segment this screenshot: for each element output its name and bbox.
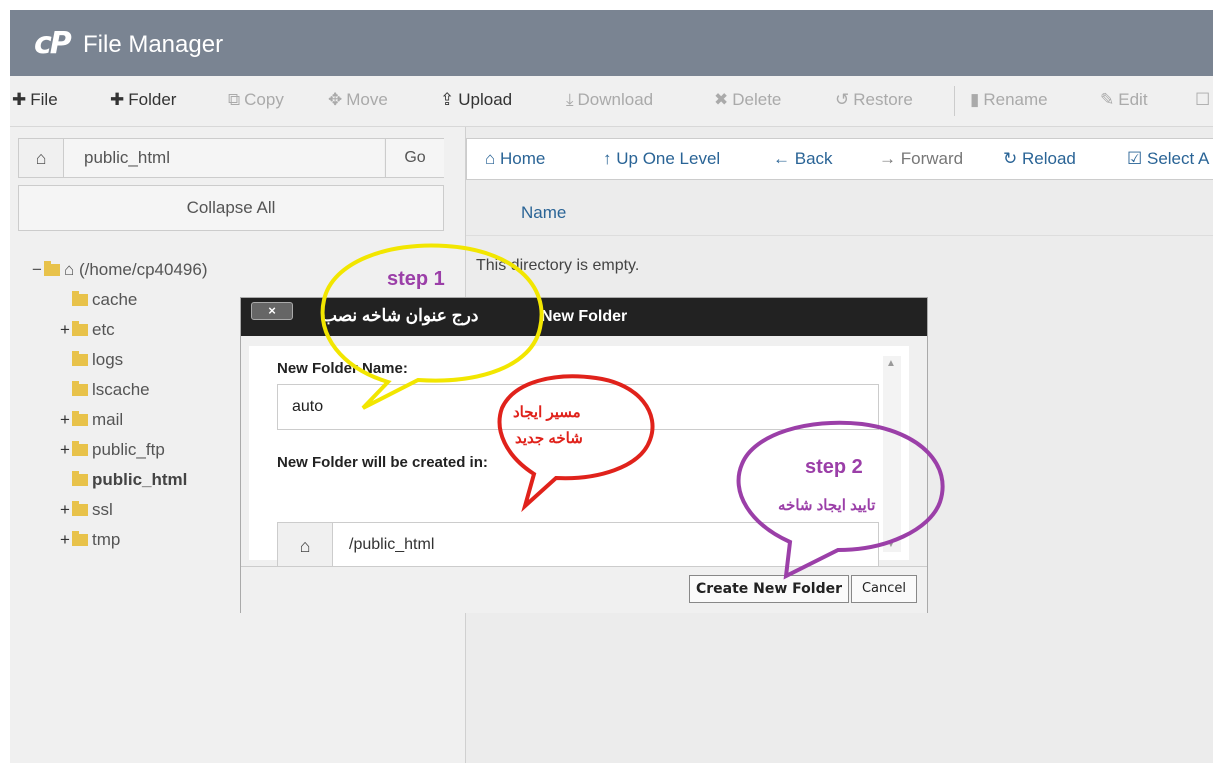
step2-label: step 2 xyxy=(805,456,863,478)
file-manager-window: cP File Manager ✚ File ✚ Folder ⧉ Copy ✥ Mov… xyxy=(10,10,1213,763)
confirm-note: تایید ایجاد شاخه xyxy=(778,497,876,514)
path-note-line1: مسیر ایجاد xyxy=(513,404,581,421)
path-note-line2: شاخه جدید xyxy=(515,430,583,447)
annotation-overlay xyxy=(320,243,945,580)
step1-label: step 1 xyxy=(387,268,445,290)
